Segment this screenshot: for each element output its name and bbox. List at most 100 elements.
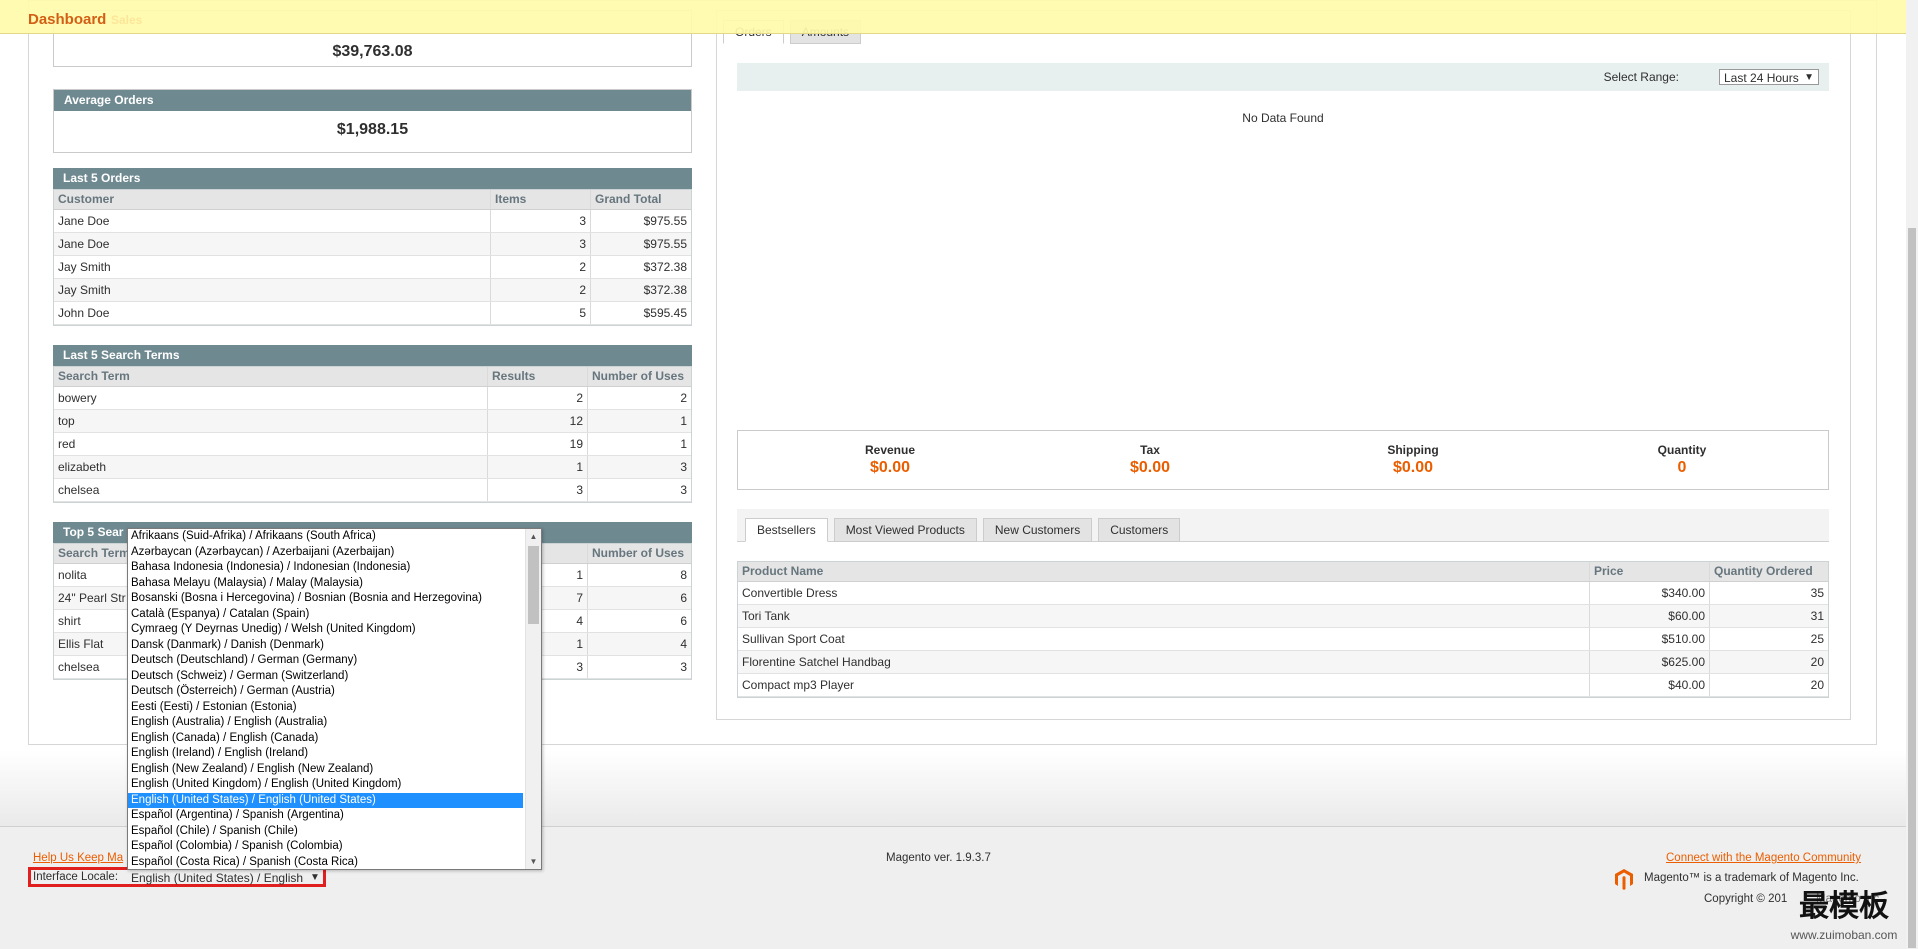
cell-results: 12 bbox=[488, 410, 588, 432]
total-label: Shipping bbox=[1387, 443, 1439, 457]
tab-customers[interactable]: Customers bbox=[1098, 518, 1181, 542]
scroll-down-icon[interactable]: ▼ bbox=[526, 854, 541, 869]
cell-uses: 3 bbox=[680, 660, 687, 674]
lifetime-sales-ghost-label: Sales bbox=[111, 13, 143, 27]
cell-price: $625.00 bbox=[1590, 651, 1710, 673]
page-scroll-thumb[interactable] bbox=[1908, 228, 1916, 948]
table-row[interactable]: Convertible Dress $340.00 35 bbox=[738, 582, 1828, 605]
cell-results: 19 bbox=[488, 433, 588, 455]
magento-logo-icon bbox=[1615, 869, 1633, 890]
col-price[interactable]: Price bbox=[1590, 562, 1710, 581]
cell-grand-total: $595.45 bbox=[643, 306, 687, 320]
locale-option[interactable]: Bosanski (Bosna i Hercegovina) / Bosnian… bbox=[128, 591, 523, 607]
cell-term: elizabeth bbox=[54, 456, 488, 478]
total-label: Tax bbox=[1140, 443, 1160, 457]
cell-items: 2 bbox=[491, 256, 591, 278]
cell-quantity: 25 bbox=[1810, 632, 1824, 646]
average-orders-box: Average Orders $1,988.15 bbox=[53, 89, 692, 153]
total-value: $0.00 bbox=[869, 459, 911, 476]
cell-quantity: 20 bbox=[1810, 655, 1824, 669]
col-search-term[interactable]: Search Term bbox=[54, 367, 488, 386]
cell-results: 3 bbox=[488, 479, 588, 501]
table-row[interactable]: red 19 1 bbox=[54, 433, 691, 456]
table-row[interactable]: top 12 1 bbox=[54, 410, 691, 433]
locale-option[interactable]: Eesti (Eesti) / Estonian (Estonia) bbox=[128, 700, 523, 716]
locale-option[interactable]: Español (Costa Rica) / Spanish (Costa Ri… bbox=[128, 855, 523, 871]
locale-option[interactable]: English (Australia) / English (Australia… bbox=[128, 715, 523, 731]
cell-results: 1 bbox=[488, 456, 588, 478]
locale-option[interactable]: Cymraeg (Y Deyrnas Unedig) / Welsh (Unit… bbox=[128, 622, 523, 638]
table-row[interactable]: Jay Smith 2 $372.38 bbox=[54, 279, 691, 302]
range-select[interactable]: Last 24 Hours ▼ bbox=[1719, 69, 1819, 85]
locale-option[interactable]: Bahasa Indonesia (Indonesia) / Indonesia… bbox=[128, 560, 523, 576]
col-customer[interactable]: Customer bbox=[54, 190, 491, 209]
table-row[interactable]: Jane Doe 3 $975.55 bbox=[54, 233, 691, 256]
average-orders-title: Average Orders bbox=[54, 90, 691, 111]
locale-option[interactable]: English (Canada) / English (Canada) bbox=[128, 731, 523, 747]
cell-quantity: 20 bbox=[1810, 678, 1824, 692]
col-results[interactable]: Results bbox=[488, 367, 588, 386]
help-us-link[interactable]: Help Us Keep Ma bbox=[33, 852, 123, 864]
col-quantity-ordered[interactable]: Quantity Ordered bbox=[1710, 562, 1828, 581]
table-row[interactable]: Compact mp3 Player $40.00 20 bbox=[738, 674, 1828, 697]
locale-option[interactable]: Dansk (Danmark) / Danish (Denmark) bbox=[128, 638, 523, 654]
cell-price: $510.00 bbox=[1590, 628, 1710, 650]
locale-option[interactable]: Català (Espanya) / Catalan (Spain) bbox=[128, 607, 523, 623]
locale-option[interactable]: Español (Argentina) / Spanish (Argentina… bbox=[128, 808, 523, 824]
locale-option[interactable]: Deutsch (Deutschland) / German (Germany) bbox=[128, 653, 523, 669]
total-value: 0 bbox=[1677, 459, 1687, 476]
cell-product: Convertible Dress bbox=[738, 582, 1590, 604]
cell-grand-total: $372.38 bbox=[643, 283, 687, 297]
table-row[interactable]: Tori Tank $60.00 31 bbox=[738, 605, 1828, 628]
locale-option[interactable]: Español (Colombia) / Spanish (Colombia) bbox=[128, 839, 523, 855]
locale-option[interactable]: Deutsch (Österreich) / German (Austria) bbox=[128, 684, 523, 700]
tab-most-viewed[interactable]: Most Viewed Products bbox=[833, 518, 977, 542]
interface-locale-select[interactable]: English (United States) / English ▼ bbox=[127, 870, 327, 886]
page-scrollbar[interactable] bbox=[1906, 0, 1918, 948]
locale-option[interactable]: English (United States) / English (Unite… bbox=[128, 792, 523, 808]
cell-quantity: 35 bbox=[1810, 586, 1824, 600]
dropdown-scrollbar[interactable]: ▲ ▼ bbox=[525, 529, 541, 869]
locale-option[interactable]: Azərbaycan (Azərbaycan) / Azerbaijani (A… bbox=[128, 545, 523, 561]
col-number-of-uses[interactable]: Number of Uses bbox=[588, 367, 691, 386]
table-row[interactable]: Sullivan Sport Coat $510.00 25 bbox=[738, 628, 1828, 651]
chevron-down-icon: ▼ bbox=[1804, 72, 1814, 83]
table-row[interactable]: chelsea 3 3 bbox=[54, 479, 691, 502]
table-row[interactable]: Florentine Satchel Handbag $625.00 20 bbox=[738, 651, 1828, 674]
tab-bestsellers[interactable]: Bestsellers bbox=[745, 518, 828, 542]
cell-uses: 8 bbox=[680, 568, 687, 582]
locale-dropdown-list[interactable]: Afrikaans (Suid-Afrika) / Afrikaans (Sou… bbox=[127, 528, 542, 870]
interface-locale-label: Interface Locale: bbox=[33, 871, 119, 883]
locale-option[interactable]: Deutsch (Schweiz) / German (Switzerland) bbox=[128, 669, 523, 685]
community-link[interactable]: Connect with the Magento Community bbox=[1666, 852, 1861, 864]
locale-option[interactable]: Afrikaans (Suid-Afrika) / Afrikaans (Sou… bbox=[128, 529, 523, 545]
sticky-header: Dashboard Sales bbox=[0, 0, 1906, 34]
grid-header: Search Term Results Number of Uses bbox=[54, 367, 691, 387]
col-grand-total[interactable]: Grand Total bbox=[591, 190, 691, 209]
locale-options: Afrikaans (Suid-Afrika) / Afrikaans (Sou… bbox=[128, 529, 541, 870]
cell-customer: Jane Doe bbox=[54, 210, 491, 232]
tab-new-customers[interactable]: New Customers bbox=[982, 518, 1093, 542]
locale-option[interactable]: Bahasa Melayu (Malaysia) / Malay (Malays… bbox=[128, 576, 523, 592]
cell-customer: Jay Smith bbox=[54, 256, 491, 278]
table-row[interactable]: bowery 2 2 bbox=[54, 387, 691, 410]
locale-option[interactable]: English (United Kingdom) / English (Unit… bbox=[128, 777, 523, 793]
scroll-up-icon[interactable]: ▲ bbox=[526, 529, 541, 544]
table-row[interactable]: John Doe 5 $595.45 bbox=[54, 302, 691, 325]
col-product-name[interactable]: Product Name bbox=[738, 562, 1590, 581]
last-orders-grid: Customer Items Grand Total Jane Doe 3 $9… bbox=[53, 189, 692, 326]
locale-option[interactable]: English (New Zealand) / English (New Zea… bbox=[128, 762, 523, 778]
table-row[interactable]: Jay Smith 2 $372.38 bbox=[54, 256, 691, 279]
col-items[interactable]: Items bbox=[491, 190, 591, 209]
cell-items: 2 bbox=[491, 279, 591, 301]
locale-option[interactable]: English (Ireland) / English (Ireland) bbox=[128, 746, 523, 762]
cell-term: red bbox=[54, 433, 488, 455]
table-row[interactable]: elizabeth 1 3 bbox=[54, 456, 691, 479]
total-label: Quantity bbox=[1657, 443, 1707, 457]
total-shipping: Shipping $0.00 bbox=[1313, 443, 1513, 477]
cell-customer: John Doe bbox=[54, 302, 491, 324]
scroll-thumb[interactable] bbox=[528, 546, 539, 624]
locale-option[interactable]: Español (Chile) / Spanish (Chile) bbox=[128, 824, 523, 840]
table-row[interactable]: Jane Doe 3 $975.55 bbox=[54, 210, 691, 233]
col-number-of-uses[interactable]: Number of Uses bbox=[588, 544, 691, 563]
